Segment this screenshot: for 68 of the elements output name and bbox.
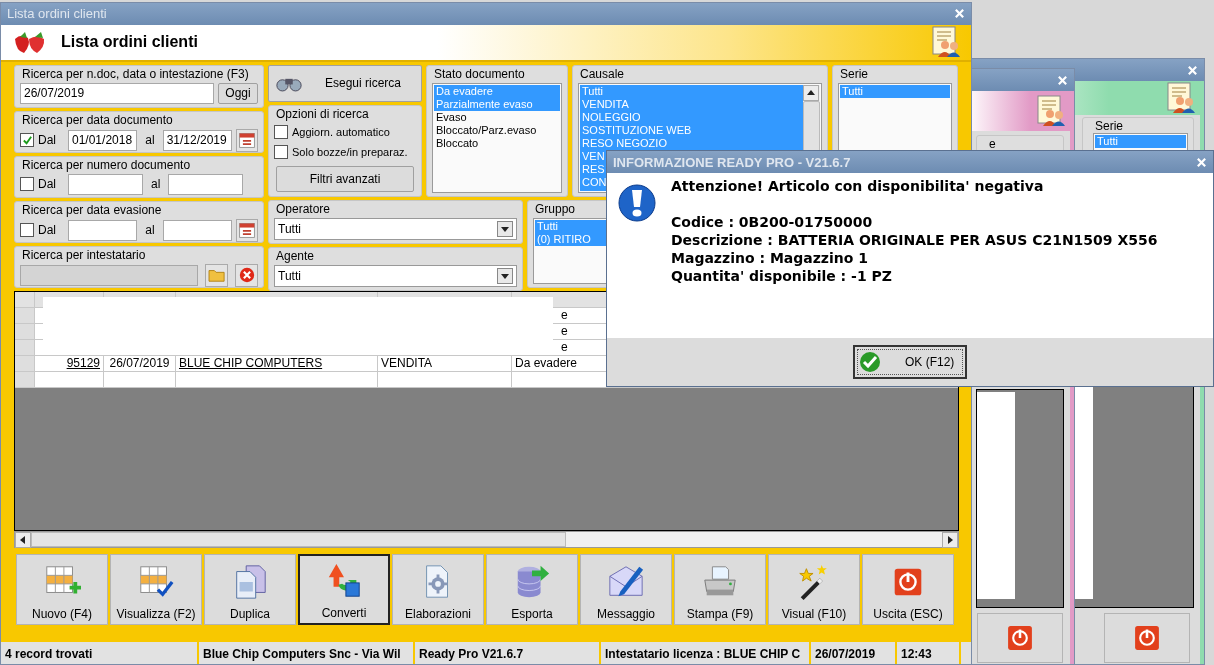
group-label: Ricerca per n.doc, data o intestazione (F3)	[21, 66, 250, 81]
dropdown[interactable]: Tutti	[274, 217, 517, 240]
search-button[interactable]: Esegui ricerca	[268, 64, 422, 102]
group-label: Serie	[839, 66, 869, 81]
group-label: Operatore	[275, 201, 332, 216]
table-cell-text: e	[560, 339, 568, 354]
toolbar-button[interactable]: Duplica	[204, 554, 296, 626]
table-link[interactable]: BLUE CHIP COMPUTERS	[179, 355, 323, 370]
dropdown[interactable]: Tutti	[274, 264, 517, 287]
group-label: Ricerca per numero documento	[21, 157, 192, 172]
window-heading: Lista ordini clienti	[61, 33, 198, 52]
toolbar-button[interactable]: Elaborazioni	[392, 554, 484, 626]
list-item[interactable]: Bloccato	[434, 136, 560, 150]
toolbar-button[interactable]: Messaggio	[580, 554, 672, 626]
toolbar-button[interactable]: Uscita (ESC)	[862, 554, 954, 626]
checkbox-label: Aggiorn. automatico	[292, 125, 390, 138]
input-field[interactable]: 01/01/2018	[68, 129, 138, 151]
group-label: Ricerca per intestatario	[21, 247, 147, 262]
table-cell: 26/07/2019	[109, 355, 170, 370]
field-label: al	[145, 133, 155, 148]
table-cell: Da evadere	[515, 355, 578, 370]
table-cell-text: e	[560, 323, 568, 338]
group-label: Stato documento	[433, 66, 526, 81]
group-label: e	[988, 137, 997, 151]
advanced-filters-button[interactable]: Filtri avanzati	[276, 165, 414, 192]
group-label: Serie	[1094, 119, 1124, 133]
window-title: Lista ordini clienti	[7, 6, 108, 22]
status-text: 12:43	[897, 641, 959, 664]
group-label: Gruppo	[534, 201, 577, 216]
message-line: Codice : 0B200-01750000	[671, 213, 874, 231]
input-field[interactable]: 26/07/2019	[20, 82, 214, 104]
status-text: 4 record trovati	[1, 641, 197, 664]
checkbox-label: Dal	[38, 133, 56, 148]
list-item[interactable]: Bloccato/Parz.evaso	[434, 123, 560, 137]
status-text: Ready Pro V21.6.7	[415, 641, 599, 664]
table-link[interactable]: 95129	[66, 355, 100, 370]
checkbox-label: Dal	[38, 177, 56, 192]
group-label: Ricerca per data evasione	[21, 202, 163, 217]
status-text: Blue Chip Computers Snc - Via Wil	[199, 641, 413, 664]
message-line: Magazzino : Magazzino 1	[671, 249, 870, 267]
message-line: Descrizione : BATTERIA ORIGINALE PER ASUS C21N1509 X556	[671, 231, 1158, 249]
group-label: Opzioni di ricerca	[275, 106, 370, 121]
list-item[interactable]: Evaso	[434, 110, 560, 124]
status-text: Intestatario licenza : BLUE CHIP C	[601, 641, 809, 664]
field-label: al	[145, 223, 155, 238]
table-cell: VENDITA	[381, 355, 433, 370]
toolbar-button[interactable]: Nuovo (F4)	[16, 554, 108, 626]
ok-button[interactable]: OK (F12)	[853, 345, 967, 379]
status-text: 26/07/2019	[811, 641, 895, 664]
today-button[interactable]: Oggi	[218, 82, 258, 104]
group-label: Agente	[275, 248, 316, 263]
checkbox-label: Dal	[38, 223, 56, 238]
group-label: Causale	[579, 66, 626, 81]
field-label: al	[151, 177, 161, 192]
group-label: Ricerca per data documento	[21, 112, 174, 127]
toolbar-button[interactable]: Stampa (F9)	[674, 554, 766, 626]
toolbar-button[interactable]: Visualizza (F2)	[110, 554, 202, 626]
checkbox-label: Solo bozze/in preparaz.	[292, 145, 408, 158]
toolbar-button[interactable]: Esporta	[486, 554, 578, 626]
message-line: Quantita' disponibile : -1 PZ	[671, 267, 893, 285]
dropdown-value: Tutti	[278, 221, 302, 236]
dropdown-value: Tutti	[278, 268, 302, 283]
dialog-title: INFORMAZIONE READY PRO - V21.6.7	[613, 154, 852, 170]
toolbar-button[interactable]: Converti	[298, 554, 390, 626]
input-field[interactable]: 31/12/2019	[162, 129, 232, 151]
toolbar-button[interactable]: Visual (F10)	[768, 554, 860, 626]
message-heading: Attenzione! Articolo con disponibilita' negativa	[671, 177, 1045, 195]
table-cell-text: e	[560, 307, 568, 322]
